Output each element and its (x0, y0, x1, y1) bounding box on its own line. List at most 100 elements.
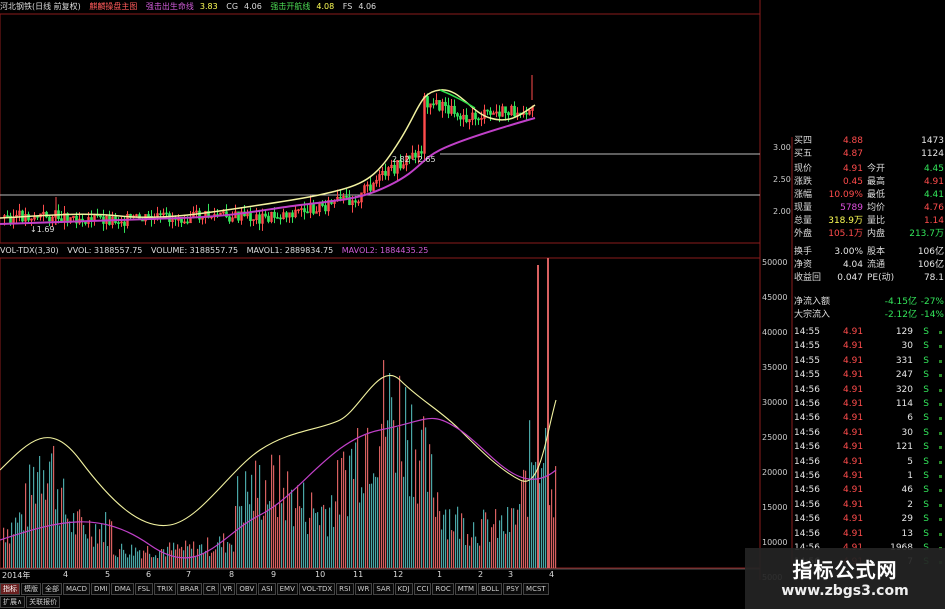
ma-slow-line (0, 117, 536, 225)
money-flow-percent: -14% (920, 310, 944, 320)
price-candle (117, 222, 120, 224)
tick-time: 14:55 (794, 341, 820, 352)
tick-price: 4.91 (843, 341, 864, 352)
indicator-tab[interactable]: 全部 (42, 583, 62, 595)
volume-bar (513, 508, 515, 568)
volume-bar (359, 502, 361, 568)
volume-bar (215, 549, 217, 568)
volume-bar (401, 461, 403, 568)
indicator-tab[interactable]: VR (219, 583, 236, 595)
bottom-tab[interactable]: 关联报价 (26, 596, 61, 608)
volume-bar (177, 544, 179, 568)
volume-bar (461, 513, 463, 568)
price-range-label: 2.82 - 2.65 (392, 155, 436, 164)
volume-bar (213, 551, 215, 568)
tick-side: S (923, 499, 929, 510)
volume-bar (219, 536, 221, 568)
tick-price: 4.91 (843, 499, 864, 510)
volume-value: VOLUME: 3188557.75 (150, 246, 239, 255)
volume-bar (387, 420, 389, 568)
indicator-tab[interactable]: FSL (134, 583, 153, 595)
fundamental-value: 3.00% (834, 247, 863, 257)
indicator-tab[interactable]: DMI (90, 583, 111, 595)
indicator-tab[interactable]: 指标 (0, 583, 20, 595)
indicator-tab[interactable]: DMA (111, 583, 134, 595)
indicator-line-2-value: 4.08 (316, 2, 335, 11)
volume-bar (453, 531, 455, 568)
indicator-tab[interactable]: 模版 (21, 583, 41, 595)
price-candle (306, 211, 309, 214)
indicator-tab[interactable]: WR (354, 583, 373, 595)
volume-bar (143, 550, 145, 568)
volume-bar (45, 499, 47, 568)
fundamental-value: 78.1 (923, 273, 944, 283)
volume-bar (423, 416, 425, 568)
volume-bar (405, 387, 407, 568)
tick-price: 4.91 (843, 384, 864, 395)
volume-bar (445, 509, 447, 568)
indicator-tab[interactable]: MTM (454, 583, 478, 595)
time-axis-label: 12 (393, 570, 404, 579)
volume-bar (193, 541, 195, 568)
volume-bar (519, 504, 521, 568)
price-candle (258, 214, 261, 224)
quote-stat-label: 现价 (794, 164, 813, 174)
indicator-fs-value: 4.06 (358, 2, 377, 11)
order-book-volume: 1124 (921, 149, 944, 159)
indicator-tab[interactable]: CR (203, 583, 219, 595)
indicator-tab[interactable]: OBV (236, 583, 258, 595)
time-axis-label: 3 (508, 570, 514, 579)
tick-row: 14:55 4.91 331 S (793, 355, 945, 368)
price-candle (459, 115, 462, 120)
volume-indicator-name[interactable]: VOL-TDX(3,30) (0, 246, 59, 255)
volume-bar (339, 514, 341, 568)
indicator-tab[interactable]: PSY (503, 583, 523, 595)
price-low-label: ↓1.69 (30, 225, 55, 234)
indicator-tab[interactable]: TRIX (153, 583, 176, 595)
volume-bar (133, 555, 135, 568)
indicator-tab[interactable]: BOLL (478, 583, 503, 595)
price-candle (498, 111, 501, 117)
volume-bar (9, 543, 11, 568)
indicator-tab[interactable]: EMV (276, 583, 298, 595)
indicator-tab[interactable]: VOL-TDX (298, 583, 336, 595)
volume-bar (467, 534, 469, 568)
indicator-tab[interactable]: CCI (413, 583, 432, 595)
indicator-tab[interactable]: RSI (336, 583, 354, 595)
indicator-tab[interactable]: BRAR (176, 583, 202, 595)
indicator-tab[interactable]: ASI (258, 583, 276, 595)
indicator-tab[interactable]: ROC (432, 583, 454, 595)
price-candle (438, 100, 441, 111)
tick-row: 14:56 4.91 6 S (793, 412, 945, 425)
volume-bar (349, 455, 351, 568)
indicator-tab[interactable]: MACD (63, 583, 90, 595)
quote-stat-label: 涨跌 (794, 177, 813, 187)
tick-marker (939, 503, 942, 507)
volume-bar (113, 554, 115, 568)
volume-bar (307, 534, 309, 568)
indicator-cg-value: 4.06 (244, 2, 262, 11)
tick-side: S (923, 341, 929, 352)
indicator-name[interactable]: 麒麟操盘主图 (89, 2, 137, 11)
volume-bar (385, 436, 387, 568)
volume-bar (95, 524, 97, 568)
indicator-tab[interactable]: MCST (523, 583, 549, 595)
volume-axis-label: 10000 (762, 538, 788, 547)
tick-volume: 5 (907, 456, 913, 467)
price-axis-label: 2.50 (773, 175, 791, 184)
volume-bar (381, 423, 383, 568)
tick-marker (939, 532, 942, 536)
volume-bar (275, 505, 277, 568)
price-candle (426, 96, 429, 108)
indicator-tab[interactable]: KDJ (394, 583, 413, 595)
tick-time: 14:56 (794, 471, 820, 481)
tick-volume: 331 (895, 355, 913, 366)
volume-bar (77, 511, 79, 568)
indicator-tab[interactable]: SAR (373, 583, 394, 595)
volume-bar (443, 514, 445, 568)
bottom-tab[interactable]: 扩展∧ (0, 596, 26, 608)
volume-bar (179, 548, 181, 568)
volume-bar (331, 495, 333, 568)
tick-time: 14:56 (794, 384, 820, 395)
volume-bar (247, 491, 249, 568)
